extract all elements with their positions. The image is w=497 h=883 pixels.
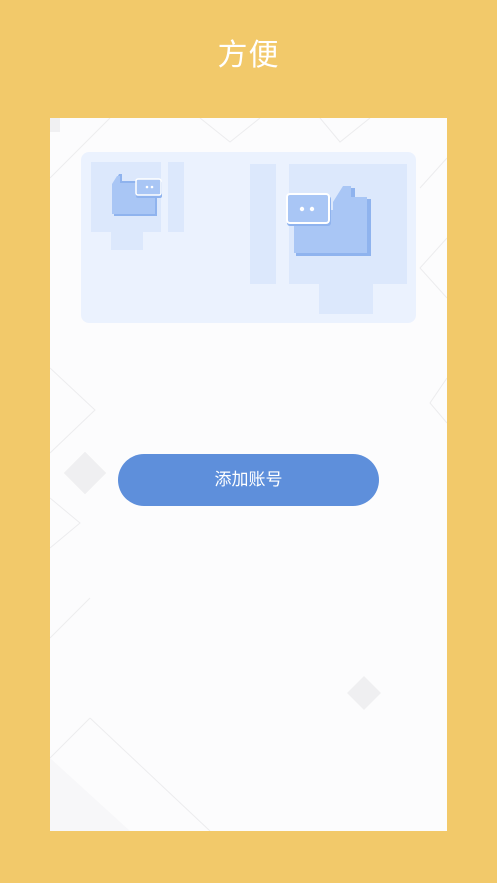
- chat-bubbles-icon-small: [112, 174, 162, 216]
- add-account-button[interactable]: 添加账号: [118, 454, 379, 506]
- phone-screen: 添加账号: [50, 118, 447, 831]
- cropped-text-fragment: [230, 118, 270, 122]
- page-title: 方便: [217, 38, 280, 73]
- illustration-graphic: [91, 162, 407, 314]
- chat-illustration: [81, 152, 416, 323]
